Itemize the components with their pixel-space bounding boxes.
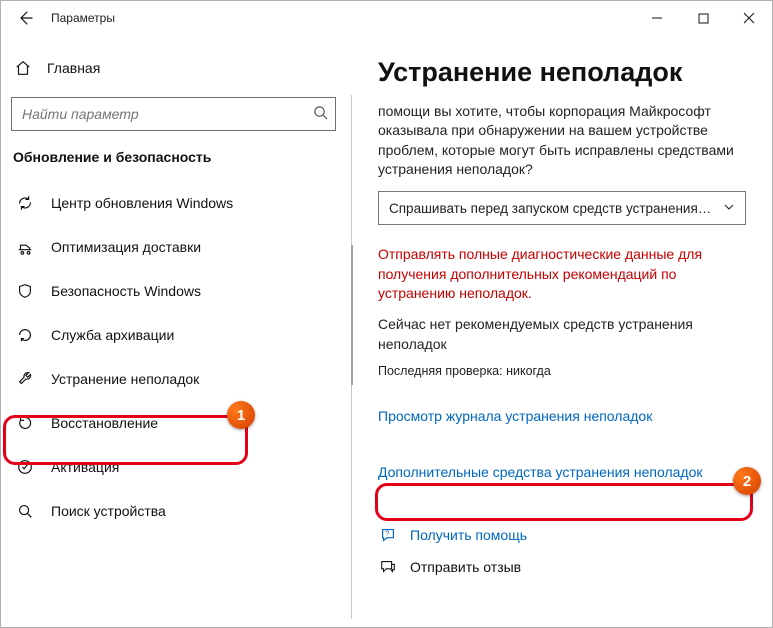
activation-icon bbox=[15, 458, 35, 476]
delivery-icon bbox=[15, 238, 35, 256]
svg-text:?: ? bbox=[385, 528, 389, 537]
link-view-history[interactable]: Просмотр журнала устранения неполадок bbox=[378, 408, 652, 424]
maximize-icon bbox=[698, 13, 709, 24]
nav-list: Центр обновления Windows Оптимизация дос… bbox=[9, 181, 338, 533]
minimize-icon bbox=[651, 12, 663, 24]
shield-icon bbox=[15, 282, 35, 300]
sidebar-item-label: Служба архивации bbox=[51, 327, 174, 343]
close-icon bbox=[743, 12, 755, 24]
search-input[interactable] bbox=[11, 97, 336, 131]
close-button[interactable] bbox=[726, 1, 772, 35]
sidebar-item-label: Оптимизация доставки bbox=[51, 239, 201, 255]
arrow-left-icon bbox=[17, 10, 33, 26]
maximize-button[interactable] bbox=[680, 1, 726, 35]
troubleshoot-preference-dropdown[interactable]: Спрашивать перед запуском средств устран… bbox=[378, 191, 746, 225]
sidebar-item-troubleshoot[interactable]: Устранение неполадок bbox=[9, 357, 338, 401]
sync-icon bbox=[15, 194, 35, 212]
app-title: Параметры bbox=[51, 11, 115, 25]
sidebar-item-label: Восстановление bbox=[51, 415, 158, 431]
page-description: помощи вы хотите, чтобы корпорация Майкр… bbox=[378, 102, 746, 179]
home-icon bbox=[13, 59, 33, 77]
home-label: Главная bbox=[47, 60, 100, 76]
wrench-icon bbox=[15, 370, 35, 388]
find-device-icon bbox=[15, 502, 35, 520]
window-controls bbox=[634, 1, 772, 35]
annotation-badge-1: 1 bbox=[227, 401, 255, 429]
status-text: Сейчас нет рекомендуемых средств устране… bbox=[378, 315, 746, 354]
link-additional-troubleshooters[interactable]: Дополнительные средства устранения непол… bbox=[378, 464, 703, 480]
search-icon bbox=[313, 105, 328, 123]
dropdown-value: Спрашивать перед запуском средств устран… bbox=[389, 201, 711, 216]
feedback-icon bbox=[378, 558, 398, 576]
group-header: Обновление и безопасность bbox=[13, 149, 334, 165]
sidebar-item-label: Центр обновления Windows bbox=[51, 195, 233, 211]
sidebar-item-find-device[interactable]: Поиск устройства bbox=[9, 489, 338, 533]
sidebar: Главная Обновление и безопасность Центр … bbox=[1, 35, 346, 627]
help-icon: ? bbox=[378, 526, 398, 544]
backup-icon bbox=[15, 326, 35, 344]
last-check-text: Последняя проверка: никогда bbox=[378, 364, 746, 378]
get-help-label: Получить помощь bbox=[410, 527, 527, 543]
back-button[interactable] bbox=[1, 1, 49, 35]
home-nav-item[interactable]: Главная bbox=[11, 53, 338, 83]
sidebar-item-backup[interactable]: Служба архивации bbox=[9, 313, 338, 357]
titlebar-left: Параметры bbox=[1, 1, 115, 35]
send-feedback-label: Отправить отзыв bbox=[410, 559, 521, 575]
sidebar-item-label: Устранение неполадок bbox=[51, 371, 199, 387]
get-help-link[interactable]: ? Получить помощь bbox=[378, 526, 746, 544]
search-box[interactable] bbox=[11, 97, 336, 131]
sidebar-item-label: Активация bbox=[51, 459, 119, 475]
page-heading: Устранение неполадок bbox=[378, 57, 746, 88]
titlebar: Параметры bbox=[1, 1, 772, 35]
body: Главная Обновление и безопасность Центр … bbox=[1, 35, 772, 627]
content-pane: Устранение неполадок помощи вы хотите, ч… bbox=[346, 35, 772, 627]
sidebar-item-activation[interactable]: Активация bbox=[9, 445, 338, 489]
settings-window: Параметры Главная Обновление и безо bbox=[0, 0, 773, 628]
sidebar-item-recovery[interactable]: Восстановление bbox=[9, 401, 338, 445]
sidebar-item-windows-update[interactable]: Центр обновления Windows bbox=[9, 181, 338, 225]
sidebar-item-label: Безопасность Windows bbox=[51, 283, 201, 299]
annotation-badge-2: 2 bbox=[733, 467, 761, 495]
minimize-button[interactable] bbox=[634, 1, 680, 35]
recovery-icon bbox=[15, 414, 35, 432]
sidebar-item-delivery-optimization[interactable]: Оптимизация доставки bbox=[9, 225, 338, 269]
sidebar-item-windows-security[interactable]: Безопасность Windows bbox=[9, 269, 338, 313]
chevron-down-icon bbox=[723, 201, 735, 216]
send-feedback-link[interactable]: Отправить отзыв bbox=[378, 558, 746, 576]
diagnostic-warning: Отправлять полные диагностические данные… bbox=[378, 245, 746, 303]
sidebar-item-label: Поиск устройства bbox=[51, 503, 166, 519]
